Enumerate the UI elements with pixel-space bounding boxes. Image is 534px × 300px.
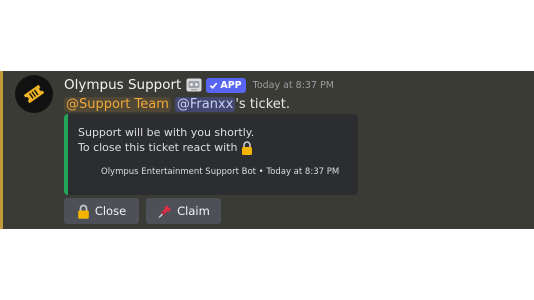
timestamp: Today at 8:37 PM [252, 79, 334, 91]
avatar[interactable] [15, 75, 53, 113]
embed: Support will be with you shortly. To clo… [64, 114, 358, 195]
role-mention[interactable]: @Support Team [64, 96, 171, 112]
user-mention[interactable]: @Franxx [174, 96, 236, 112]
lock-icon [242, 140, 253, 155]
embed-description: Support will be with you shortly. To clo… [78, 125, 254, 155]
embed-line-2-text: To close this ticket react with [78, 141, 238, 154]
author-name[interactable]: Olympus Support [64, 77, 181, 93]
message-header: Olympus Support APP Today at 8:37 PM [64, 76, 334, 94]
close-button-label: Close [94, 204, 127, 218]
claim-button[interactable]: Claim [146, 198, 221, 224]
claim-button-label: Claim [177, 204, 210, 218]
lock-icon [78, 204, 89, 219]
content-suffix: 's ticket. [235, 96, 290, 112]
embed-line-2: To close this ticket react with [78, 140, 254, 155]
embed-line-1-text: Support will be with you shortly. [78, 126, 255, 139]
message-row: Olympus Support APP Today at 8:37 PM @Su… [0, 71, 534, 229]
robot-emoji-icon [186, 78, 202, 92]
embed-line-1: Support will be with you shortly. [78, 125, 254, 140]
pushpin-icon [158, 204, 172, 218]
ticket-icon [23, 84, 45, 104]
app-tag: APP [206, 77, 246, 93]
checkmark-icon [210, 82, 218, 89]
app-tag-label: APP [220, 79, 242, 91]
close-button[interactable]: Close [64, 198, 139, 224]
embed-footer: Olympus Entertainment Support Bot • Toda… [101, 167, 340, 177]
message-content: @Support Team @Franxx 's ticket. [64, 95, 290, 113]
